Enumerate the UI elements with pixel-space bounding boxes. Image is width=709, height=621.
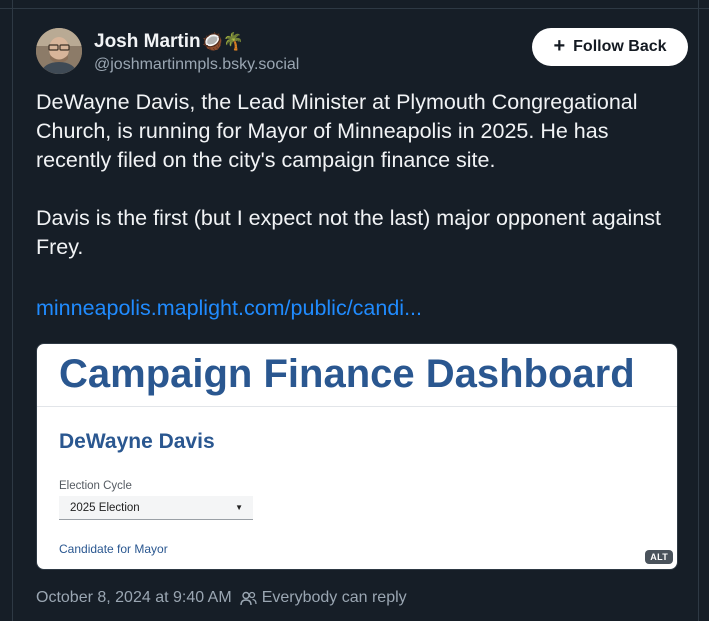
dashboard-title: Campaign Finance Dashboard <box>59 352 635 396</box>
election-cycle-select: 2025 Election ▼ <box>59 496 253 520</box>
reply-setting[interactable]: Everybody can reply <box>262 589 407 607</box>
right-border <box>698 0 699 621</box>
avatar[interactable] <box>36 28 82 74</box>
alt-text-badge[interactable]: ALT <box>645 550 673 564</box>
election-cycle-value: 2025 Election <box>70 501 140 514</box>
top-divider <box>0 8 709 9</box>
author-emoji: 🥥🌴 <box>201 32 244 51</box>
left-border <box>12 0 13 621</box>
follow-back-label: Follow Back <box>573 38 667 55</box>
people-icon <box>239 591 257 606</box>
post-timestamp[interactable]: October 8, 2024 at 9:40 AM <box>36 589 232 607</box>
post-link[interactable]: minneapolis.maplight.com/public/candi... <box>36 296 422 321</box>
post-body: DeWayne Davis, the Lead Minister at Plym… <box>36 88 686 291</box>
dashboard-divider <box>37 406 677 407</box>
link-card-image[interactable]: Campaign Finance Dashboard DeWayne Davis… <box>36 343 678 570</box>
post-paragraph-1: DeWayne Davis, the Lead Minister at Plym… <box>36 90 638 172</box>
author-name[interactable]: Josh Martin🥥🌴 <box>94 31 244 53</box>
author-handle[interactable]: @joshmartinmpls.bsky.social <box>94 56 299 74</box>
candidate-office: Candidate for Mayor <box>59 542 168 556</box>
post-footer: October 8, 2024 at 9:40 AM Everybody can… <box>36 589 407 607</box>
caret-down-icon: ▼ <box>235 503 243 512</box>
post-paragraph-2: Davis is the first (but I expect not the… <box>36 206 662 259</box>
author-name-text: Josh Martin <box>94 31 201 52</box>
candidate-name: DeWayne Davis <box>59 430 215 453</box>
follow-back-button[interactable]: + Follow Back <box>532 28 688 66</box>
plus-icon: + <box>553 35 566 57</box>
election-cycle-label: Election Cycle <box>59 480 132 492</box>
